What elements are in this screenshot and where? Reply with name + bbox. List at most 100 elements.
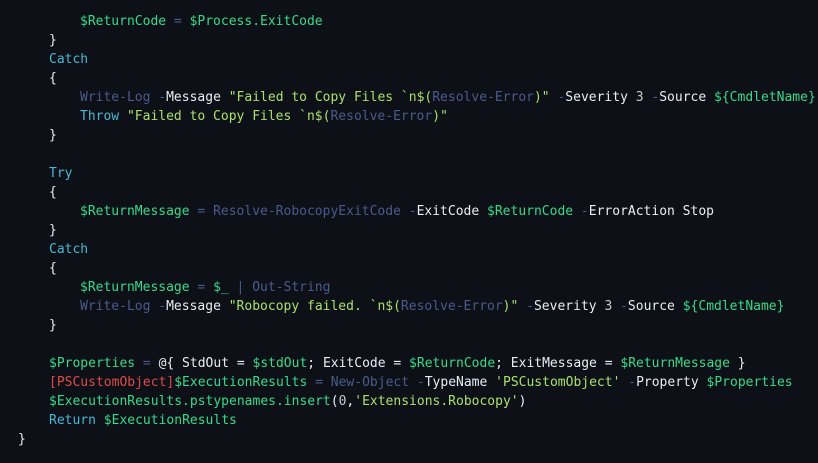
code-token-variable: ${CmdletName}: [714, 90, 816, 105]
code-token-variable: $ReturnMessage: [620, 356, 730, 371]
code-token-keyword: Throw: [80, 109, 120, 124]
code-token-type: [PSCustomObject]: [49, 375, 175, 390]
code-token-variable: ${CmdletName}: [682, 299, 785, 314]
code-token-plain: ; ExitMessage =: [495, 356, 621, 371]
code-line: Try: [49, 164, 72, 183]
code-token-operator: -: [643, 90, 660, 105]
code-token-parameter: ExitCode: [416, 204, 480, 219]
code-token-string: "Failed to Copy Files `n$(: [126, 109, 331, 124]
code-token-command: Resolve-Error: [330, 109, 433, 124]
code-token-operator: -: [620, 375, 637, 390]
code-line: }: [49, 221, 57, 240]
code-token-operator: -: [400, 204, 417, 219]
code-token-parameter: Property: [636, 375, 699, 390]
code-token-command: Out-String: [252, 280, 331, 295]
code-token-variable: $ExecutionResults.pstypenames.insert: [49, 394, 331, 409]
code-line: {: [49, 183, 57, 202]
code-line: Write-Log -Message "Robocopy failed. `n$…: [80, 297, 784, 316]
code-line: }: [18, 430, 26, 449]
code-token-variable: $_: [213, 280, 229, 295]
code-token-command: Write-Log: [80, 90, 151, 105]
code-token-operator: =: [135, 356, 159, 371]
code-token-plain: ; ExitCode =: [307, 356, 410, 371]
code-token-plain: }: [49, 318, 57, 333]
code-token-operator: =: [166, 14, 190, 29]
code-token-operator: -: [573, 204, 589, 219]
code-token-operator: -: [409, 375, 425, 390]
code-token-plain: @{ StdOut =: [158, 356, 253, 371]
code-token-plain: (: [330, 394, 339, 409]
code-token-string: )": [432, 109, 448, 124]
code-token-parameter: Severity: [533, 299, 597, 314]
code-token-operator: =: [189, 280, 214, 295]
code-token-variable: $Process.ExitCode: [189, 14, 323, 29]
code-token-string: 'PSCustomObject': [495, 375, 621, 390]
code-token-operator: -: [612, 299, 628, 314]
code-token-variable: $stdOut: [252, 356, 308, 371]
code-line: {: [49, 259, 57, 278]
code-token-keyword: Try: [49, 166, 73, 181]
code-token-plain: }: [49, 128, 57, 143]
code-token-operator: -: [150, 299, 167, 314]
code-line: $ExecutionResults.pstypenames.insert(0,'…: [49, 392, 526, 411]
code-token-plain: }: [49, 33, 57, 48]
code-line: [PSCustomObject]$ExecutionResults = New-…: [49, 373, 793, 392]
code-token-command: New-Object: [330, 375, 410, 390]
code-token-parameter: Message: [166, 90, 221, 105]
code-token-variable: $Properties: [706, 375, 793, 390]
code-token-plain: {: [49, 261, 57, 276]
code-token-plain: {: [49, 71, 57, 86]
code-editor[interactable]: $ReturnCode = $Process.ExitCode} Catch { Wr…: [0, 0, 818, 463]
code-token-plain: }: [49, 223, 57, 238]
code-token-string: )": [533, 90, 550, 105]
code-token-variable: $ReturnCode: [409, 356, 496, 371]
code-token-variable: $ReturnMessage: [80, 280, 190, 295]
code-token-variable: $ExecutionResults: [174, 375, 308, 390]
code-token-variable: $ReturnCode: [487, 204, 574, 219]
code-token-operator: =: [189, 204, 214, 219]
code-line: }: [49, 31, 57, 50]
code-token-keyword: Return: [49, 413, 96, 428]
code-token-number: 3: [635, 90, 644, 105]
code-line: }: [49, 316, 57, 335]
code-token-plain: ): [518, 394, 527, 409]
code-token-command: Resolve-Error: [400, 299, 503, 314]
code-token-plain: {: [49, 185, 57, 200]
code-token-keyword: Catch: [49, 242, 89, 257]
code-line: $Properties = @{ StdOut = $stdOut; ExitC…: [49, 354, 746, 373]
code-token-parameter: Source: [659, 90, 707, 105]
code-token-string: 'Extensions.Robocopy': [354, 394, 519, 409]
code-token-operator: -: [150, 90, 167, 105]
code-line: Write-Log -Message "Failed to Copy Files…: [80, 88, 816, 107]
code-token-operator: |: [228, 280, 253, 295]
code-line: $ReturnMessage = $_ | Out-String: [80, 278, 330, 297]
code-token-keyword: Catch: [49, 52, 89, 67]
code-token-plain: }: [18, 432, 26, 447]
code-token-string: "Failed to Copy Files `n$(: [228, 90, 433, 105]
code-token-variable: $ExecutionResults: [103, 413, 237, 428]
code-token-variable: $ReturnCode: [80, 14, 167, 29]
code-token-operator: =: [307, 375, 331, 390]
code-token-string: "Robocopy failed. `n$(: [228, 299, 401, 314]
code-line: Catch: [49, 50, 88, 69]
code-token-string: )": [502, 299, 519, 314]
code-token-parameter: TypeName: [424, 375, 488, 390]
code-token-parameter: Source: [627, 299, 675, 314]
code-line: Return $ExecutionResults: [49, 411, 237, 430]
code-token-command: Resolve-Error: [432, 90, 534, 105]
code-line: $ReturnMessage = Resolve-RobocopyExitCod…: [80, 202, 714, 221]
code-token-command: Write-Log: [80, 299, 151, 314]
code-line: Throw "Failed to Copy Files `n$(Resolve-…: [80, 107, 448, 126]
code-line: {: [49, 69, 57, 88]
code-line: $ReturnCode = $Process.ExitCode: [80, 12, 323, 31]
code-token-operator: -: [549, 90, 566, 105]
